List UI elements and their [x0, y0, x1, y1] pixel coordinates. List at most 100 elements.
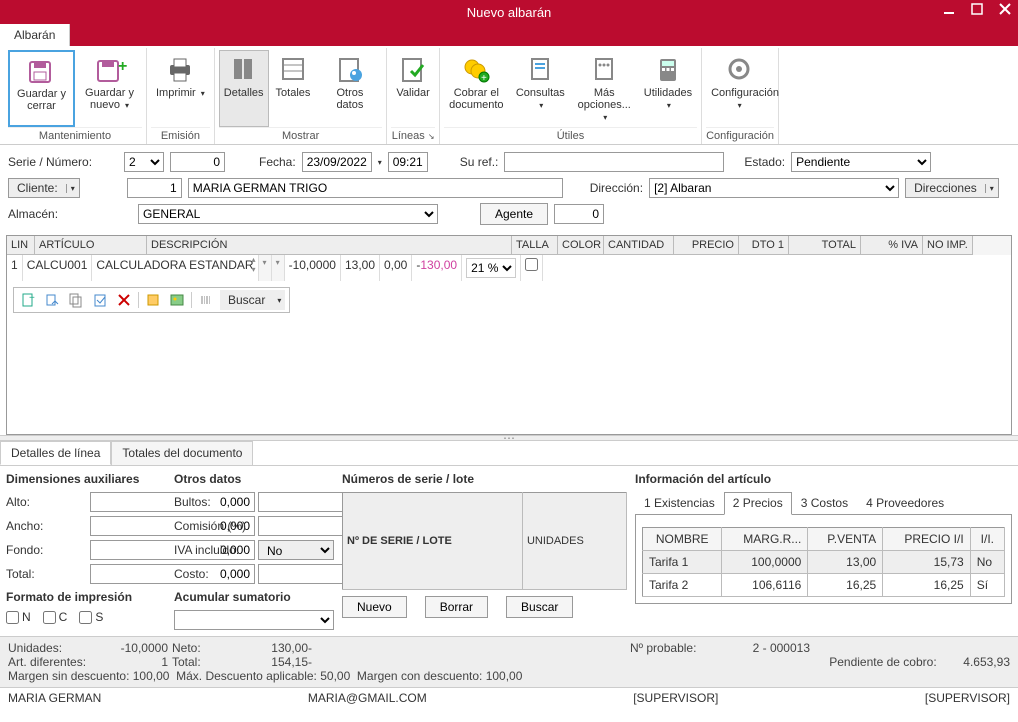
- direccion-label: Dirección:: [590, 181, 643, 195]
- titlebar: Nuevo albarán: [0, 0, 1018, 24]
- serie-lote-title: Números de serie / lote: [342, 472, 627, 486]
- dim-aux-title: Dimensiones auxiliares: [6, 472, 166, 486]
- imprimir-button[interactable]: Imprimir ▾: [151, 50, 210, 127]
- col-articulo[interactable]: ARTÍCULO: [35, 236, 147, 255]
- delete-line-icon[interactable]: [114, 290, 134, 310]
- configuracion-button[interactable]: Configuración▾: [706, 50, 771, 127]
- close-button[interactable]: [998, 2, 1012, 16]
- serie-select[interactable]: 2: [124, 152, 164, 172]
- status-area: Unidades: -10,0000 Neto: 130,00- Nº prob…: [0, 636, 1018, 687]
- subtab-existencias[interactable]: 1 Existencias: [635, 492, 724, 514]
- price-table[interactable]: NOMBRE MARG.R... P.VENTA PRECIO I/I I/I.…: [642, 527, 1005, 597]
- mas-opciones-button[interactable]: Más opciones... ▾: [572, 50, 637, 127]
- col-lin[interactable]: LIN: [7, 236, 35, 255]
- ribbon: Guardar y cerrar + Guardar y nuevo ▾ Man…: [0, 46, 1018, 145]
- col-iva[interactable]: % IVA: [861, 236, 923, 255]
- col-dto1[interactable]: DTO 1: [739, 236, 789, 255]
- save-close-icon: [26, 54, 58, 86]
- barcode-icon[interactable]: [196, 290, 216, 310]
- price-row[interactable]: Tarifa 2 106,6116 16,25 16,25 Sí: [643, 574, 1005, 597]
- consultas-icon: [524, 53, 556, 85]
- col-noimp[interactable]: NO IMP.: [923, 236, 973, 255]
- bottom-bar: MARIA GERMAN MARIA@GMAIL.COM [SUPERVISOR…: [0, 687, 1018, 708]
- chk-c[interactable]: [43, 611, 56, 624]
- cliente-nombre-input[interactable]: [188, 178, 563, 198]
- copy-icon[interactable]: [66, 290, 86, 310]
- totales-button[interactable]: Totales: [271, 50, 316, 127]
- numero-input[interactable]: [170, 152, 225, 172]
- calculator-icon: [652, 53, 684, 85]
- minimize-button[interactable]: [942, 2, 956, 16]
- cliente-id-input[interactable]: [127, 178, 182, 198]
- save-new-icon: +: [94, 53, 126, 85]
- serie-lote-table[interactable]: Nº DE SERIE / LOTEUNIDADES: [342, 492, 627, 590]
- subtab-precios[interactable]: 2 Precios: [724, 492, 792, 515]
- cobrar-button[interactable]: + Cobrar el documento: [444, 50, 509, 127]
- otros-title: Otros datos: [174, 472, 334, 486]
- tab-totales-doc[interactable]: Totales del documento: [111, 441, 253, 465]
- acumular-title: Acumular sumatorio: [174, 590, 334, 604]
- money-icon: +: [460, 53, 492, 85]
- chk-s[interactable]: [79, 611, 92, 624]
- detail-tabs: Detalles de línea Totales del documento: [0, 441, 1018, 465]
- details-icon: [228, 53, 260, 85]
- acumular-select[interactable]: [174, 610, 334, 630]
- direcciones-button[interactable]: Direcciones▾: [905, 178, 999, 198]
- noimp-checkbox[interactable]: [525, 258, 538, 271]
- group-utiles: Útiles: [444, 127, 697, 144]
- nuevo-button[interactable]: Nuevo: [342, 596, 407, 618]
- ivainc-select[interactable]: No: [258, 540, 334, 560]
- cliente-button[interactable]: Cliente:▾: [8, 178, 80, 198]
- agente-input[interactable]: [554, 204, 604, 224]
- note-icon[interactable]: [143, 290, 163, 310]
- new-line-icon[interactable]: +: [18, 290, 38, 310]
- col-total[interactable]: TOTAL: [789, 236, 861, 255]
- copy-up-icon[interactable]: [42, 290, 62, 310]
- col-cantidad[interactable]: CANTIDAD: [604, 236, 674, 255]
- subtab-proveedores[interactable]: 4 Proveedores: [857, 492, 953, 514]
- buscar-button[interactable]: Buscar: [506, 596, 573, 618]
- estado-label: Estado:: [744, 155, 785, 169]
- guardar-nuevo-button[interactable]: + Guardar y nuevo ▾: [77, 50, 142, 127]
- fecha-label: Fecha:: [259, 155, 296, 169]
- agente-button[interactable]: Agente: [480, 203, 548, 225]
- table-row[interactable]: 1 CALCU001 CALCULADORA ESTANDAR▴▾ ▾ ▾ -1…: [7, 255, 1011, 281]
- estado-select[interactable]: Pendiente: [791, 152, 931, 172]
- buscar-dropdown[interactable]: Buscar▾: [220, 290, 285, 310]
- printer-icon: [164, 53, 196, 85]
- col-talla[interactable]: TALLA: [512, 236, 558, 255]
- formato-title: Formato de impresión: [6, 590, 166, 604]
- chk-n[interactable]: [6, 611, 19, 624]
- role-2: [SUPERVISOR]: [925, 691, 1010, 705]
- more-icon: [588, 53, 620, 85]
- col-color[interactable]: COLOR: [558, 236, 604, 255]
- borrar-button[interactable]: Borrar: [425, 596, 488, 618]
- hora-input[interactable]: [388, 152, 428, 172]
- almacen-select[interactable]: GENERAL: [138, 204, 438, 224]
- group-mantenimiento: Mantenimiento: [8, 127, 142, 144]
- col-precio[interactable]: PRECIO: [674, 236, 739, 255]
- paste-icon[interactable]: [90, 290, 110, 310]
- fecha-input[interactable]: [302, 152, 372, 172]
- subtab-costos[interactable]: 3 Costos: [792, 492, 857, 514]
- validar-button[interactable]: Validar: [391, 50, 434, 127]
- suref-input[interactable]: [504, 152, 724, 172]
- consultas-button[interactable]: Consultas▾: [511, 50, 570, 127]
- guardar-cerrar-button[interactable]: Guardar y cerrar: [8, 50, 75, 127]
- tab-albaran[interactable]: Albarán: [0, 24, 70, 46]
- col-desc[interactable]: DESCRIPCIÓN: [147, 236, 512, 255]
- direccion-select[interactable]: [2] Albaran: [649, 178, 899, 198]
- tab-detalles-linea[interactable]: Detalles de línea: [0, 441, 111, 465]
- tab-strip: Albarán: [0, 24, 1018, 46]
- utilidades-button[interactable]: Utilidades▾: [639, 50, 697, 127]
- otros-datos-button[interactable]: Otros datos: [317, 50, 382, 127]
- price-row[interactable]: Tarifa 1 100,0000 13,00 15,73 No: [643, 551, 1005, 574]
- group-lineas: Líneas ↘: [391, 127, 434, 144]
- image-icon[interactable]: [167, 290, 187, 310]
- detalles-button[interactable]: Detalles: [219, 50, 269, 127]
- role-1: [SUPERVISOR]: [633, 691, 718, 705]
- serie-label: Serie / Número:: [8, 155, 118, 169]
- iva-select[interactable]: 21 %: [466, 258, 516, 278]
- maximize-button[interactable]: [970, 2, 984, 16]
- gear-icon: [723, 53, 755, 85]
